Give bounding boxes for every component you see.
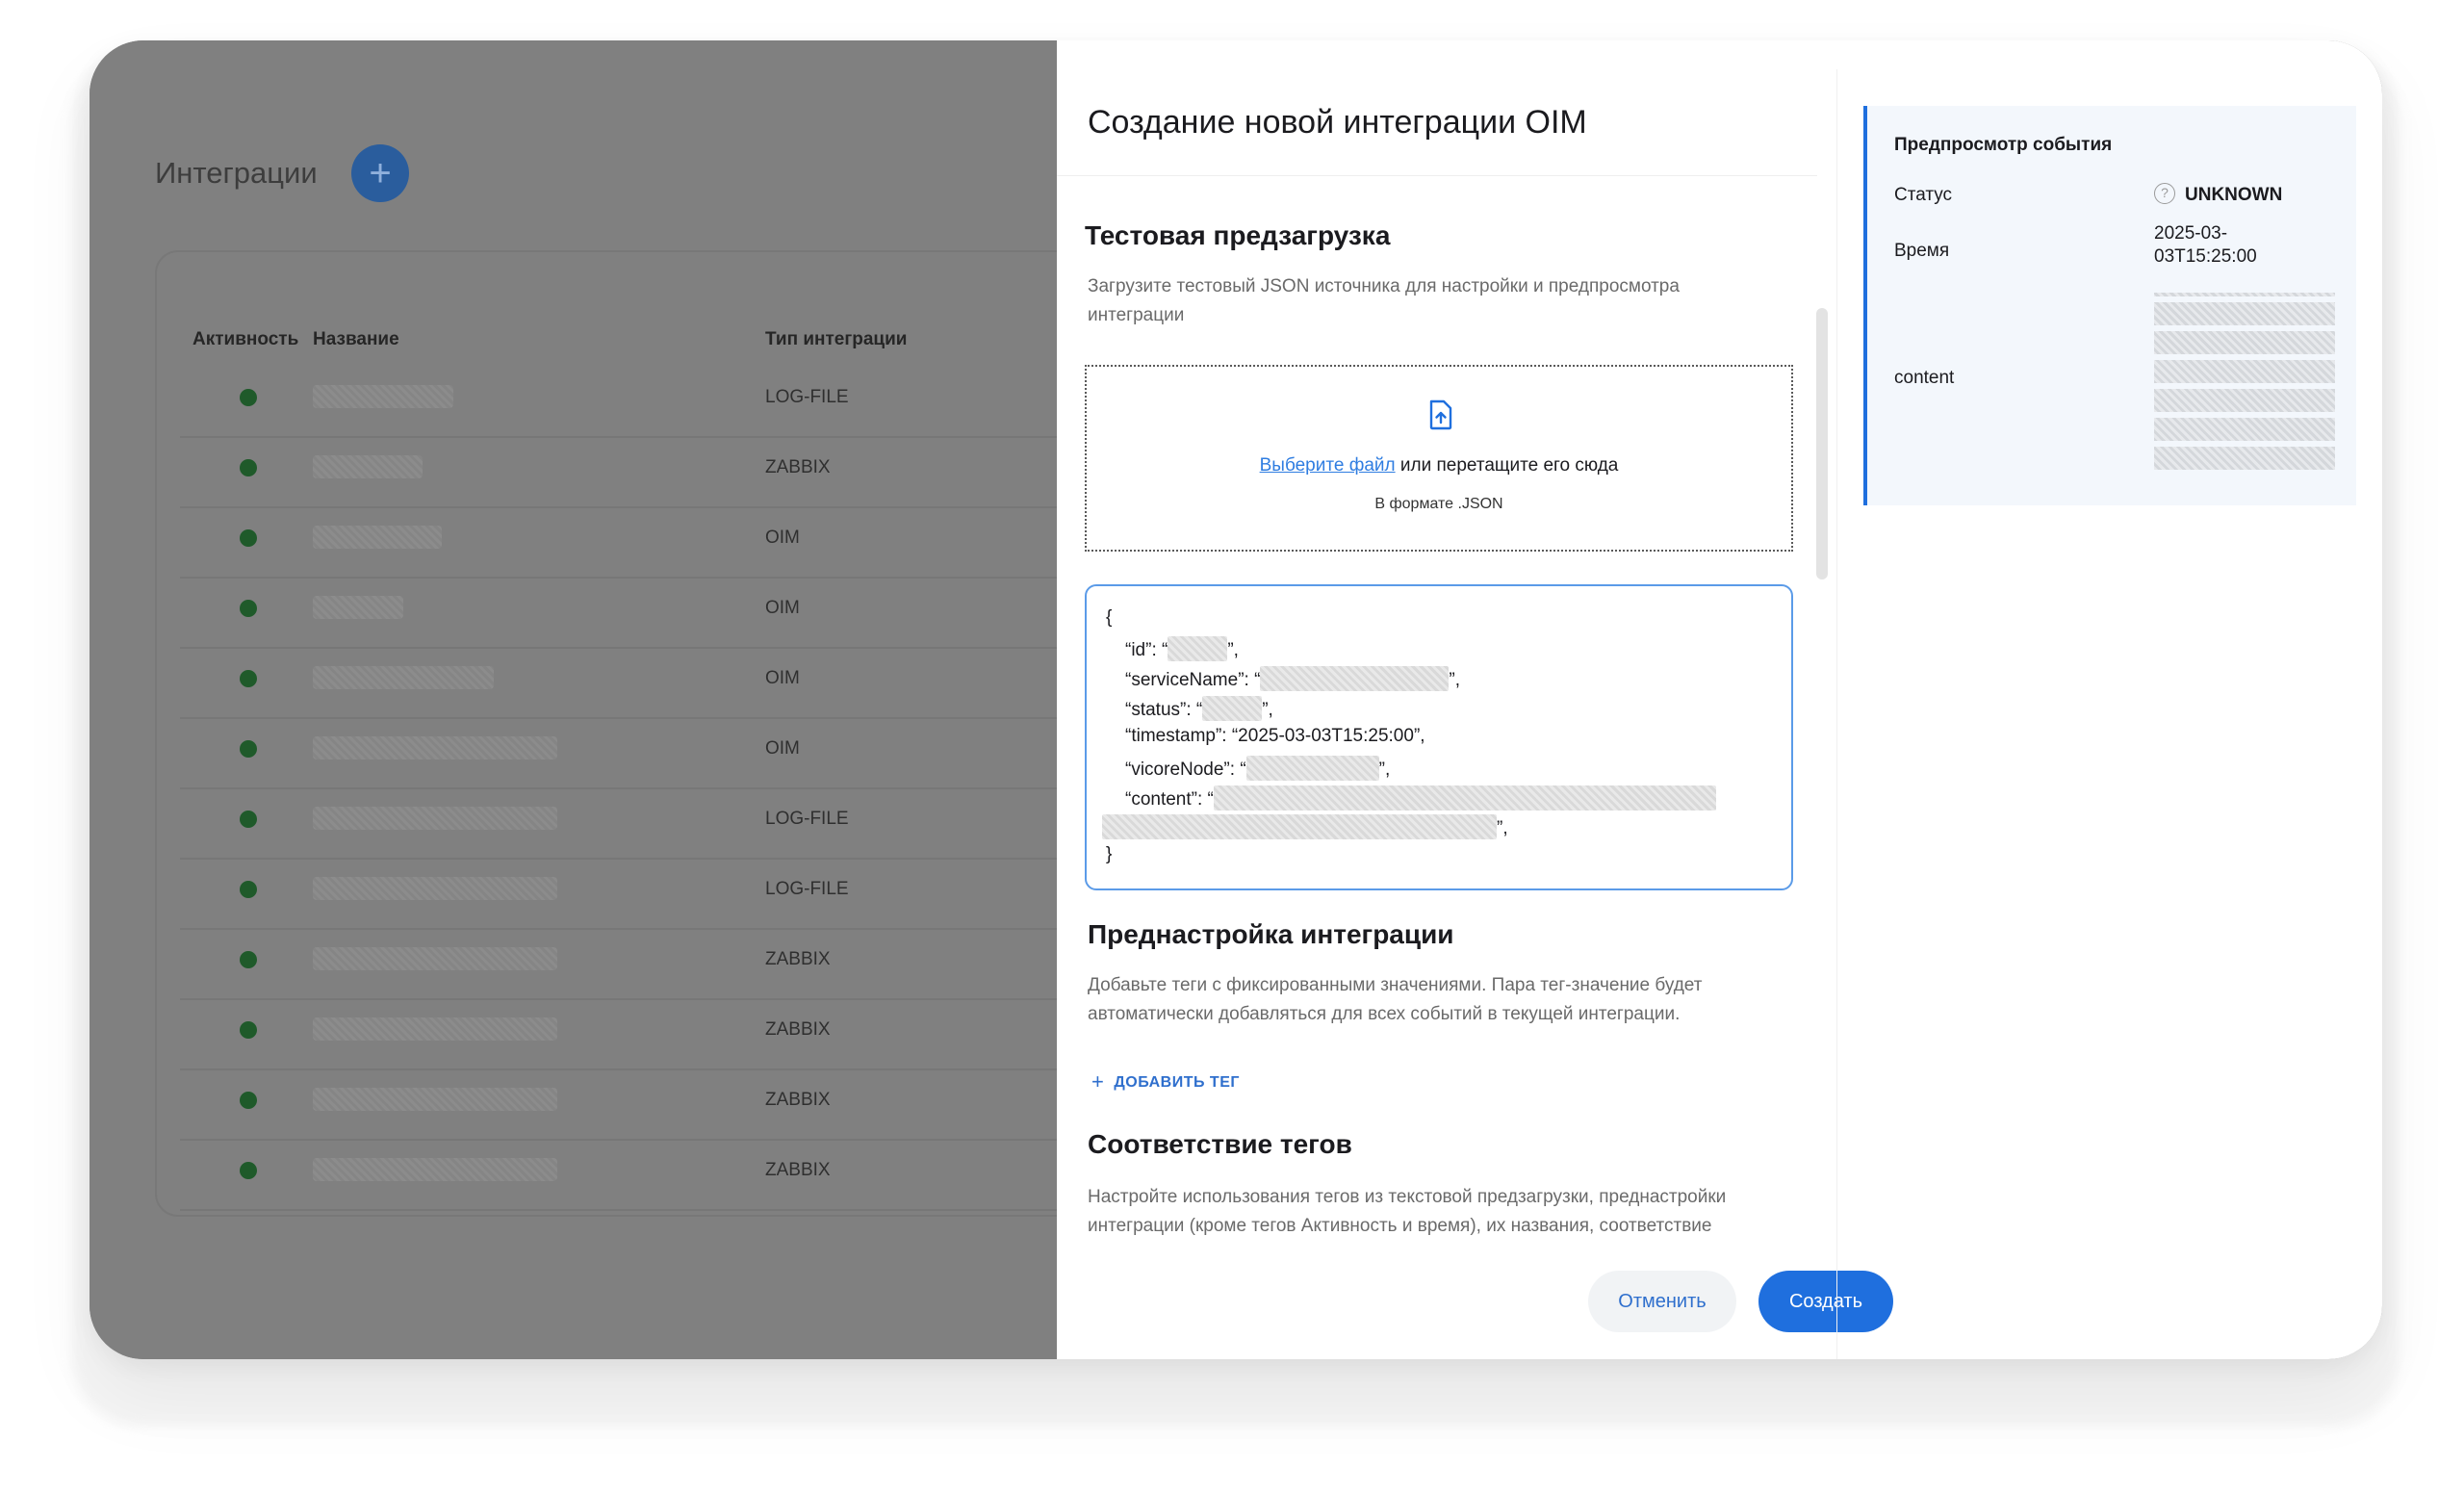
time-label: Время [1894,241,1950,261]
file-dropzone[interactable]: Выберите файл или перетащите его сюда В … [1085,365,1793,552]
app-window: Интеграции + Активность Название Тип инт… [90,40,2382,1359]
redacted-name [313,1158,557,1181]
integration-type: LOG-FILE [765,879,849,899]
json-close-brace: } [1106,844,1113,864]
json-value: “2025-03-03T15:25:00”, [1231,726,1425,746]
integration-type: LOG-FILE [765,387,849,407]
active-status-dot [240,1021,257,1039]
integration-type: OIM [765,668,800,688]
json-key: “id”: [1125,640,1157,660]
json-key: “serviceName”: [1125,670,1249,690]
modal-scrollbar[interactable] [1816,308,1828,579]
active-status-dot [240,740,257,758]
active-status-dot [240,1092,257,1109]
status-value: UNKNOWN [2185,185,2283,205]
format-hint: В формате .JSON [1374,496,1503,512]
choose-file-link[interactable]: Выберите файл [1260,455,1396,476]
json-field-content: “content”: “ [1125,785,1716,811]
json-field-vicore-node: “vicoreNode”: “”, [1125,756,1390,781]
add-tag-label: ДОБАВИТЬ ТЕГ [1114,1074,1240,1091]
modal-title: Создание новой интеграции OIM [1088,104,1587,141]
active-status-dot [240,881,257,898]
integration-type: OIM [765,598,800,618]
redacted-value [1213,785,1716,811]
redacted-content-value [2154,293,2335,470]
json-field-timestamp: “timestamp”: “2025-03-03T15:25:00”, [1125,726,1425,747]
redacted-name [313,526,442,549]
upload-section-description: Загрузите тестовый JSON источника для на… [1088,276,1680,325]
active-status-dot [240,1162,257,1179]
mapping-section-description: Настройте использования тегов из текстов… [1088,1187,1727,1235]
plus-icon: + [1091,1069,1105,1094]
redacted-value [1168,636,1228,661]
integration-type: ZABBIX [765,457,831,477]
content-label: content [1894,368,1955,388]
redacted-name [313,1088,557,1111]
redacted-name [313,455,423,478]
drop-instructions: Выберите файл или перетащите его сюда [1087,455,1791,476]
redacted-name [313,1017,557,1041]
status-label: Статус [1894,185,1953,205]
json-field-service-name: “serviceName”: “”, [1125,666,1460,691]
panel-divider [1836,69,1837,1359]
json-open-brace: { [1106,607,1113,628]
upload-section-title: Тестовая предзагрузка [1085,220,1391,250]
active-status-dot [240,389,257,406]
drop-text: или перетащите его сюда [1399,455,1619,476]
page-title: Интеграции [155,156,318,190]
add-tag-button[interactable]: + ДОБАВИТЬ ТЕГ [1091,1069,1240,1094]
json-field-status: “status”: “”, [1125,696,1273,721]
json-key: “vicoreNode”: [1125,759,1236,780]
create-integration-modal: Создание новой интеграции OIM Тестовая п… [1057,40,2382,1359]
redacted-name [313,385,453,408]
active-status-dot [240,459,257,476]
active-status-dot [240,529,257,547]
integration-type: ZABBIX [765,949,831,969]
create-button[interactable]: Создать [1758,1271,1893,1332]
active-status-dot [240,600,257,617]
add-integration-button[interactable]: + [351,144,409,202]
preview-title: Предпросмотр события [1894,135,2113,155]
integration-type: ZABBIX [765,1160,831,1180]
active-status-dot [240,951,257,968]
redacted-name [313,736,557,759]
json-field-content-cont: ”, [1102,814,1508,839]
redacted-name [313,877,557,900]
question-circle-icon: ? [2154,183,2175,204]
integration-type: OIM [765,528,800,548]
active-status-dot [240,811,257,828]
json-key: “timestamp”: [1125,726,1227,746]
presetup-section-title: Преднастройка интеграции [1088,919,1454,949]
integration-type: ZABBIX [765,1019,831,1040]
redacted-value [1202,696,1263,721]
redacted-value [1245,756,1379,781]
integration-type: OIM [765,738,800,759]
integrations-page: Интеграции + Активность Название Тип инт… [90,40,1218,1359]
redacted-value [1102,814,1497,839]
time-value-line-1: 2025-03- [2154,223,2228,244]
redacted-name [313,947,557,970]
integration-type: ZABBIX [765,1090,831,1110]
cancel-button[interactable]: Отменить [1588,1271,1736,1332]
column-activity: Активность [192,329,299,349]
file-upload-icon [1429,399,1452,430]
redacted-value [1260,666,1450,691]
json-field-id: “id”: “”, [1125,636,1239,661]
redacted-name [313,666,494,689]
presetup-section-description: Добавьте теги с фиксированными значениям… [1088,975,1703,1024]
mapping-section-title: Соответствие тегов [1088,1129,1352,1159]
redacted-name [313,807,557,830]
modal-scroll-area[interactable]: Тестовая предзагрузка Загрузите тестовый… [1057,176,1817,1235]
redacted-name [313,596,403,619]
event-preview-panel: Предпросмотр события Статус ? UNKNOWN Вр… [1863,106,2356,505]
active-status-dot [240,670,257,687]
column-type: Тип интеграции [765,329,908,349]
integration-type: LOG-FILE [765,809,849,829]
json-key: “content”: [1125,789,1203,810]
column-name: Название [313,329,399,349]
time-value-line-2: 03T15:25:00 [2154,246,2257,267]
json-key: “status”: [1125,700,1192,720]
json-preview[interactable]: { “id”: “”, “serviceName”: “”, “status”:… [1085,584,1793,890]
